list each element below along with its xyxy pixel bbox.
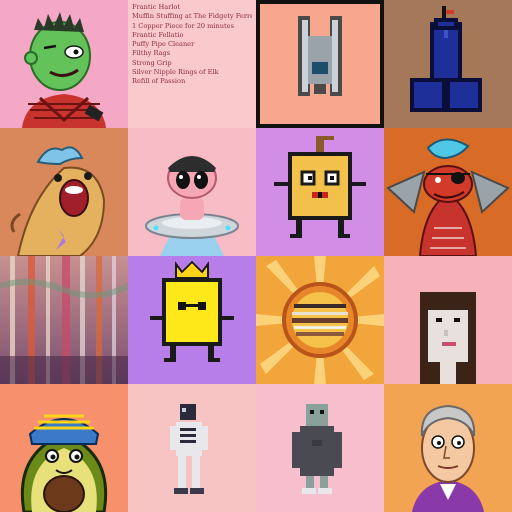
tile-screaming-fish[interactable] (0, 128, 128, 256)
text-line: Strong Grip (132, 58, 172, 67)
old-man-art (384, 384, 512, 512)
nft-grid: Frantic Harlot Muffin Stuffing at The Fi… (0, 0, 512, 512)
tile-pixel-skeleton[interactable] (128, 384, 256, 512)
pirate-dragon-art (384, 128, 512, 256)
glitch-sun-art (256, 256, 384, 384)
alien-ufo-art (128, 128, 256, 256)
tile-alien-ufo[interactable] (128, 128, 256, 256)
text-line: Puffy Pipe Cleaner (132, 40, 195, 49)
green-zombie-art (0, 0, 128, 128)
forest-painting-art (0, 256, 128, 384)
tile-pharaoh-avocado[interactable] (0, 384, 128, 512)
text-line: 1 Copper Piece for 20 minutes (132, 21, 234, 30)
text-line: Muffin Stuffing at The Fidgety Ferret (132, 12, 252, 21)
tile-green-zombie[interactable] (0, 0, 128, 128)
tile-glitch-sun[interactable] (256, 256, 384, 384)
text-line: Filthy Rags (132, 49, 171, 58)
text-line: Frantic Harlot (132, 3, 181, 11)
tile-pixel-phallus[interactable] (384, 0, 512, 128)
tile-pixel-hoodie[interactable] (256, 384, 384, 512)
tile-pirate-dragon[interactable] (384, 128, 512, 256)
tile-crown-block[interactable] (128, 256, 256, 384)
pharaoh-avocado-art (0, 384, 128, 512)
screaming-fish-art (0, 128, 128, 256)
pixel-robot-art (256, 0, 384, 128)
text-line: Silver Nipple Rings of Elk (132, 68, 219, 77)
text-line: Frantic Fellatio (132, 30, 184, 39)
pixel-lady-art (384, 256, 512, 384)
pixel-phallus-art (384, 0, 512, 128)
text-line: Refill of Passion (132, 77, 186, 86)
pixel-skeleton-art (128, 384, 256, 512)
tile-text-list[interactable]: Frantic Harlot Muffin Stuffing at The Fi… (128, 0, 256, 128)
pixel-hoodie-art (256, 384, 384, 512)
tile-pixel-robot[interactable] (256, 0, 384, 128)
crown-block-art (128, 256, 256, 384)
pixel-toast-art (256, 128, 384, 256)
tile-pixel-toast[interactable] (256, 128, 384, 256)
tile-old-man[interactable] (384, 384, 512, 512)
tile-pixel-lady[interactable] (384, 256, 512, 384)
tile-forest-painting[interactable] (0, 256, 128, 384)
